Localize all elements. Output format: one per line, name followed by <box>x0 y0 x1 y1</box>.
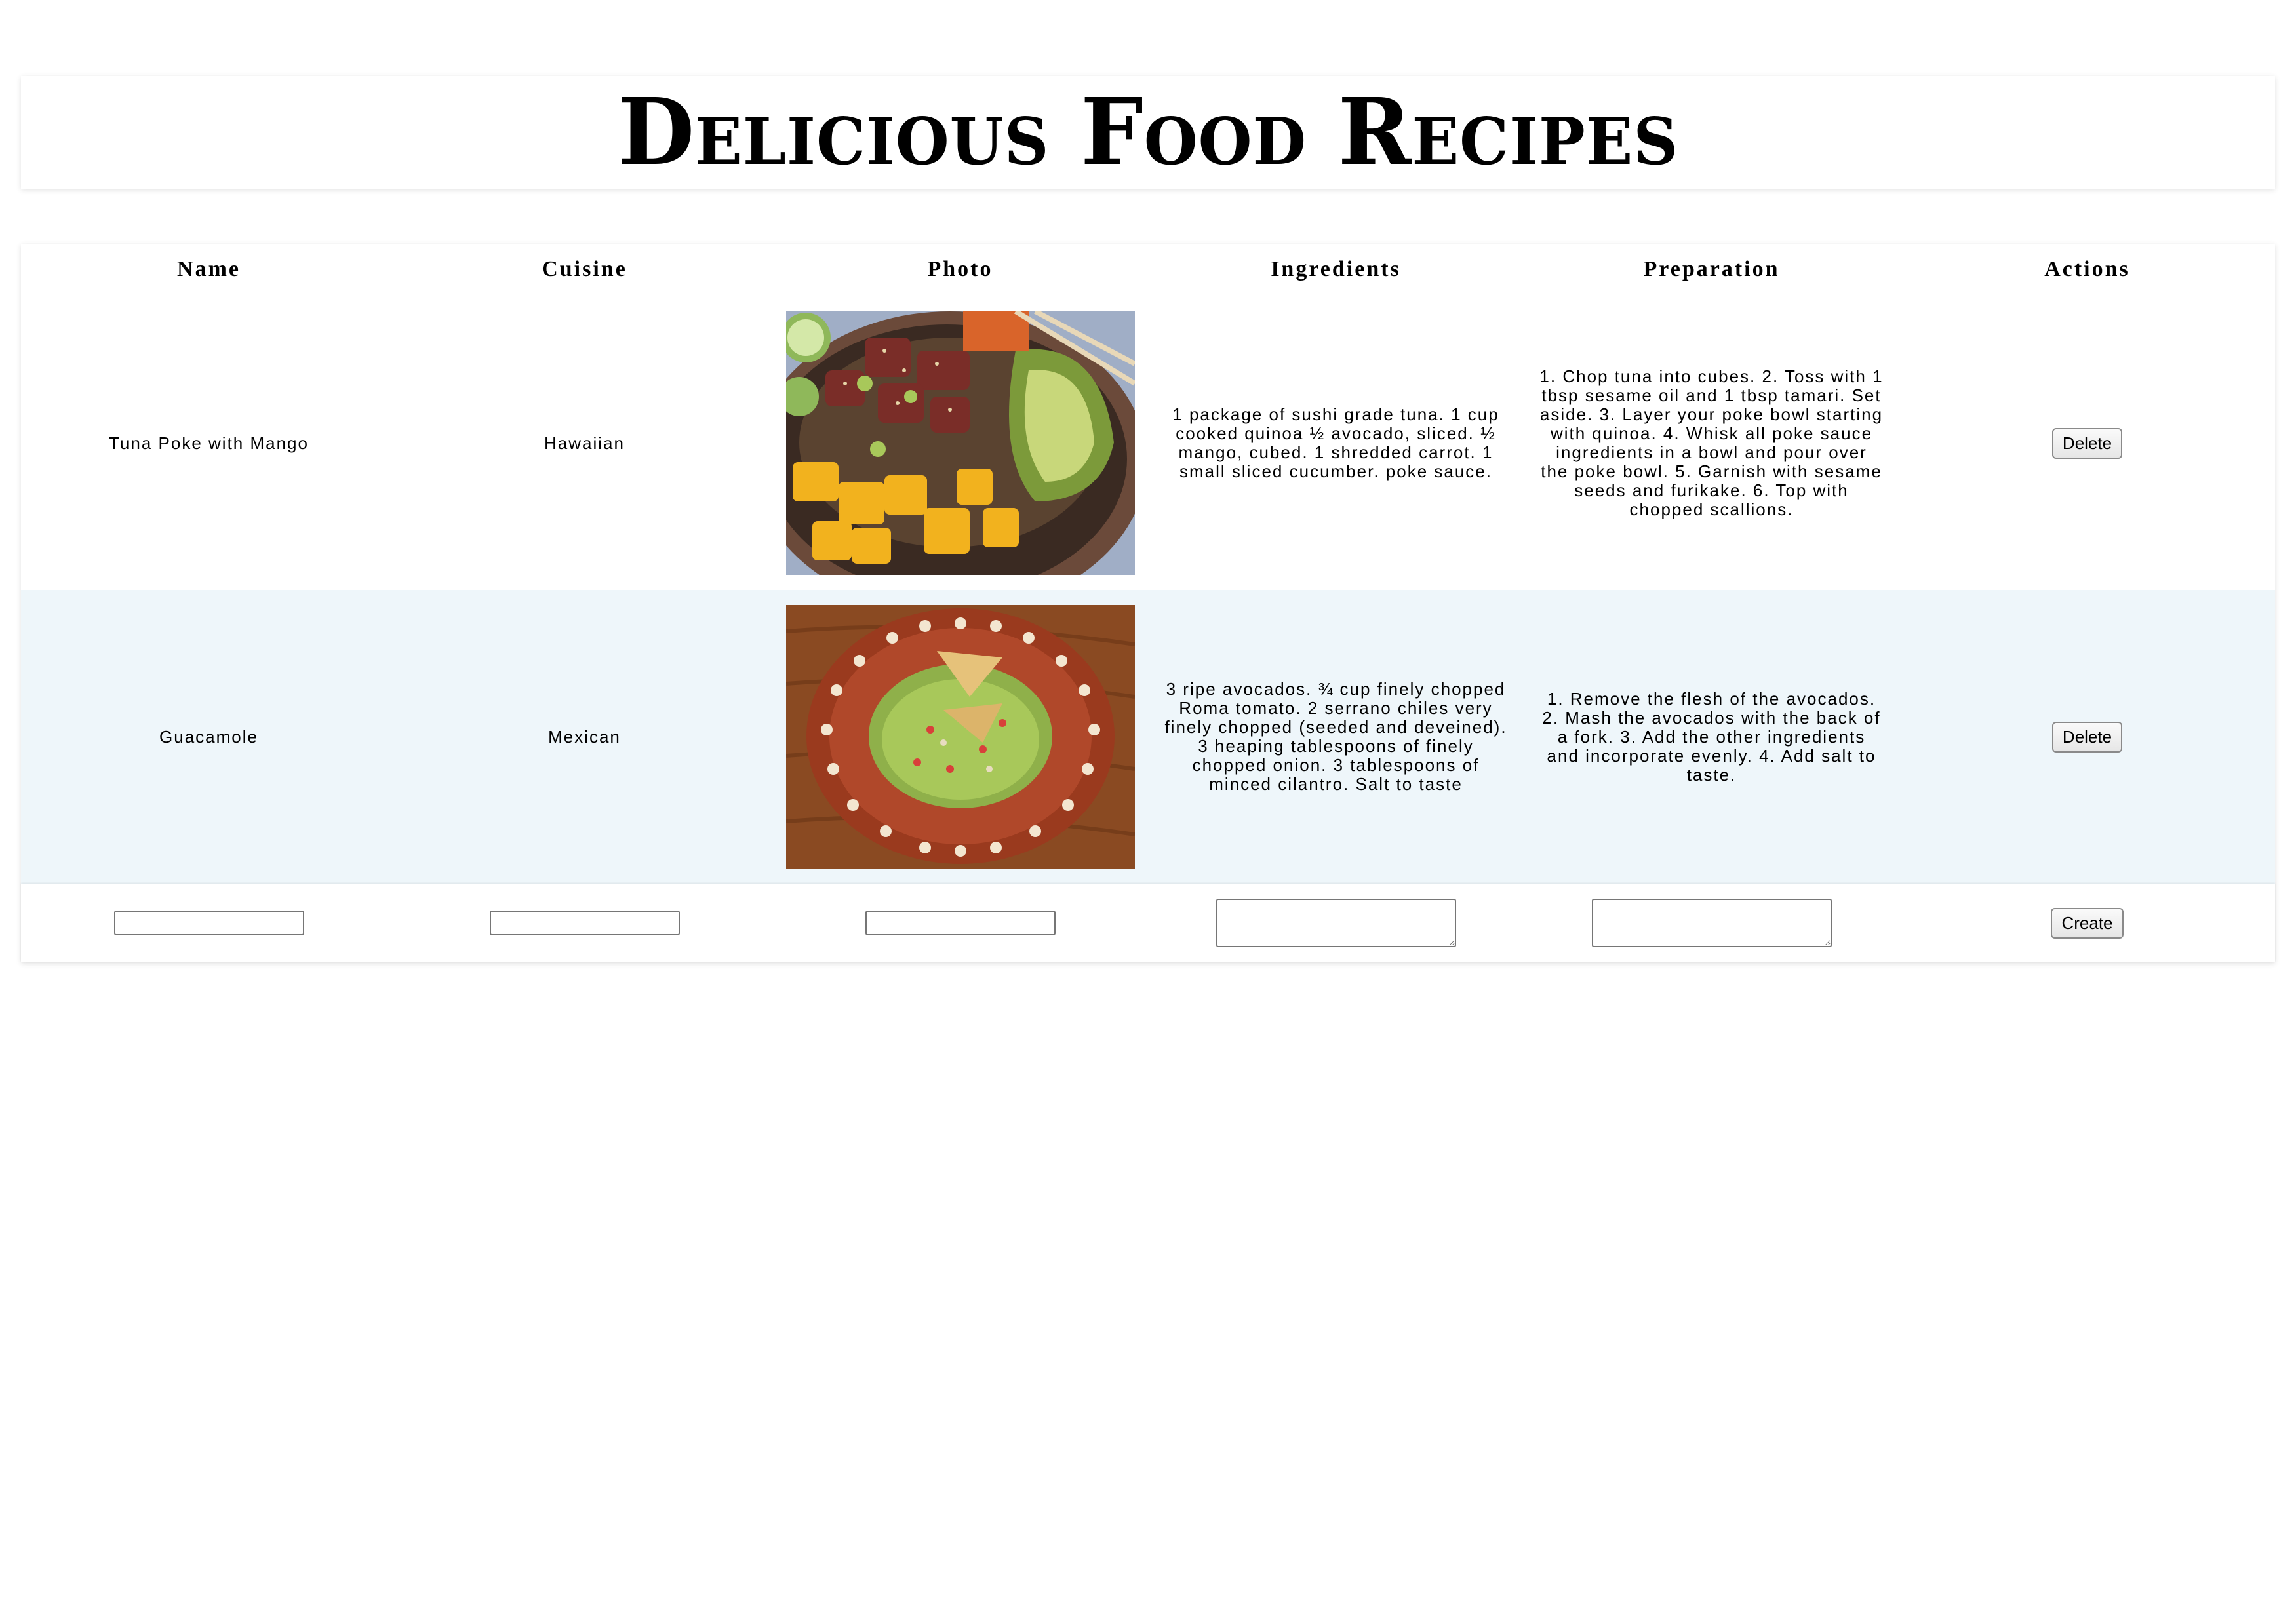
new-name-cell <box>21 884 397 962</box>
table-row: Tuna Poke with Mango Hawaiian 1 package … <box>21 296 2275 590</box>
recipe-cuisine-cell: Mexican <box>548 726 621 747</box>
recipe-name-cell: Tuna Poke with Mango <box>109 433 309 453</box>
recipe-name-cell: Guacamole <box>159 726 258 747</box>
column-header-cuisine: Cuisine <box>542 257 627 281</box>
column-header-name: Name <box>177 257 241 281</box>
delete-button[interactable]: Delete <box>2051 721 2123 753</box>
new-cuisine-cell <box>397 884 772 962</box>
recipe-actions-cell: Delete <box>1899 296 2275 590</box>
recipe-photo-cell <box>772 296 1148 590</box>
new-recipe-name-input[interactable] <box>113 911 304 935</box>
new-recipe-cuisine-input[interactable] <box>489 911 680 935</box>
delete-button[interactable]: Delete <box>2051 427 2123 459</box>
new-recipe-preparation-textarea[interactable] <box>1591 899 1832 947</box>
create-button[interactable]: Create <box>2051 907 2124 939</box>
new-preparation-cell <box>1524 884 1899 962</box>
recipe-ingredients-cell: 3 ripe avocados. ¾ cup finely chopped Ro… <box>1164 679 1507 794</box>
table-row: Guacamole Mexican 3 ripe avocados. ¾ cup… <box>21 590 2275 884</box>
guacamole-plate-photo <box>785 605 1135 869</box>
title-banner: Delicious Food Recipes <box>21 76 2275 189</box>
new-recipe-photo-input[interactable] <box>865 911 1056 935</box>
column-header-preparation: Preparation <box>1643 257 1780 281</box>
recipe-actions-cell: Delete <box>1899 590 2275 884</box>
table-header-row: Name Cuisine Photo Ingredients Preparati… <box>21 244 2275 296</box>
recipe-ingredients-cell: 1 package of sushi grade tuna. 1 cup coo… <box>1172 404 1499 481</box>
recipe-preparation-cell: 1. Chop tuna into cubes. 2. Toss with 1 … <box>1539 366 1884 519</box>
recipe-photo-cell <box>772 590 1148 884</box>
page-title: Delicious Food Recipes <box>618 79 1678 186</box>
new-recipe-ingredients-textarea[interactable] <box>1216 899 1456 947</box>
recipes-table: Name Cuisine Photo Ingredients Preparati… <box>21 244 2275 962</box>
new-ingredients-cell <box>1148 884 1524 962</box>
new-photo-cell <box>772 884 1148 962</box>
poke-bowl-photo <box>785 311 1135 575</box>
recipe-preparation-cell: 1. Remove the flesh of the avocados. 2. … <box>1542 688 1881 785</box>
create-recipe-row: Create <box>21 884 2275 962</box>
column-header-actions: Actions <box>2044 257 2130 281</box>
new-actions-cell: Create <box>1899 884 2275 962</box>
recipe-cuisine-cell: Hawaiian <box>544 433 625 453</box>
column-header-ingredients: Ingredients <box>1271 257 1401 281</box>
column-header-photo: Photo <box>927 257 993 281</box>
